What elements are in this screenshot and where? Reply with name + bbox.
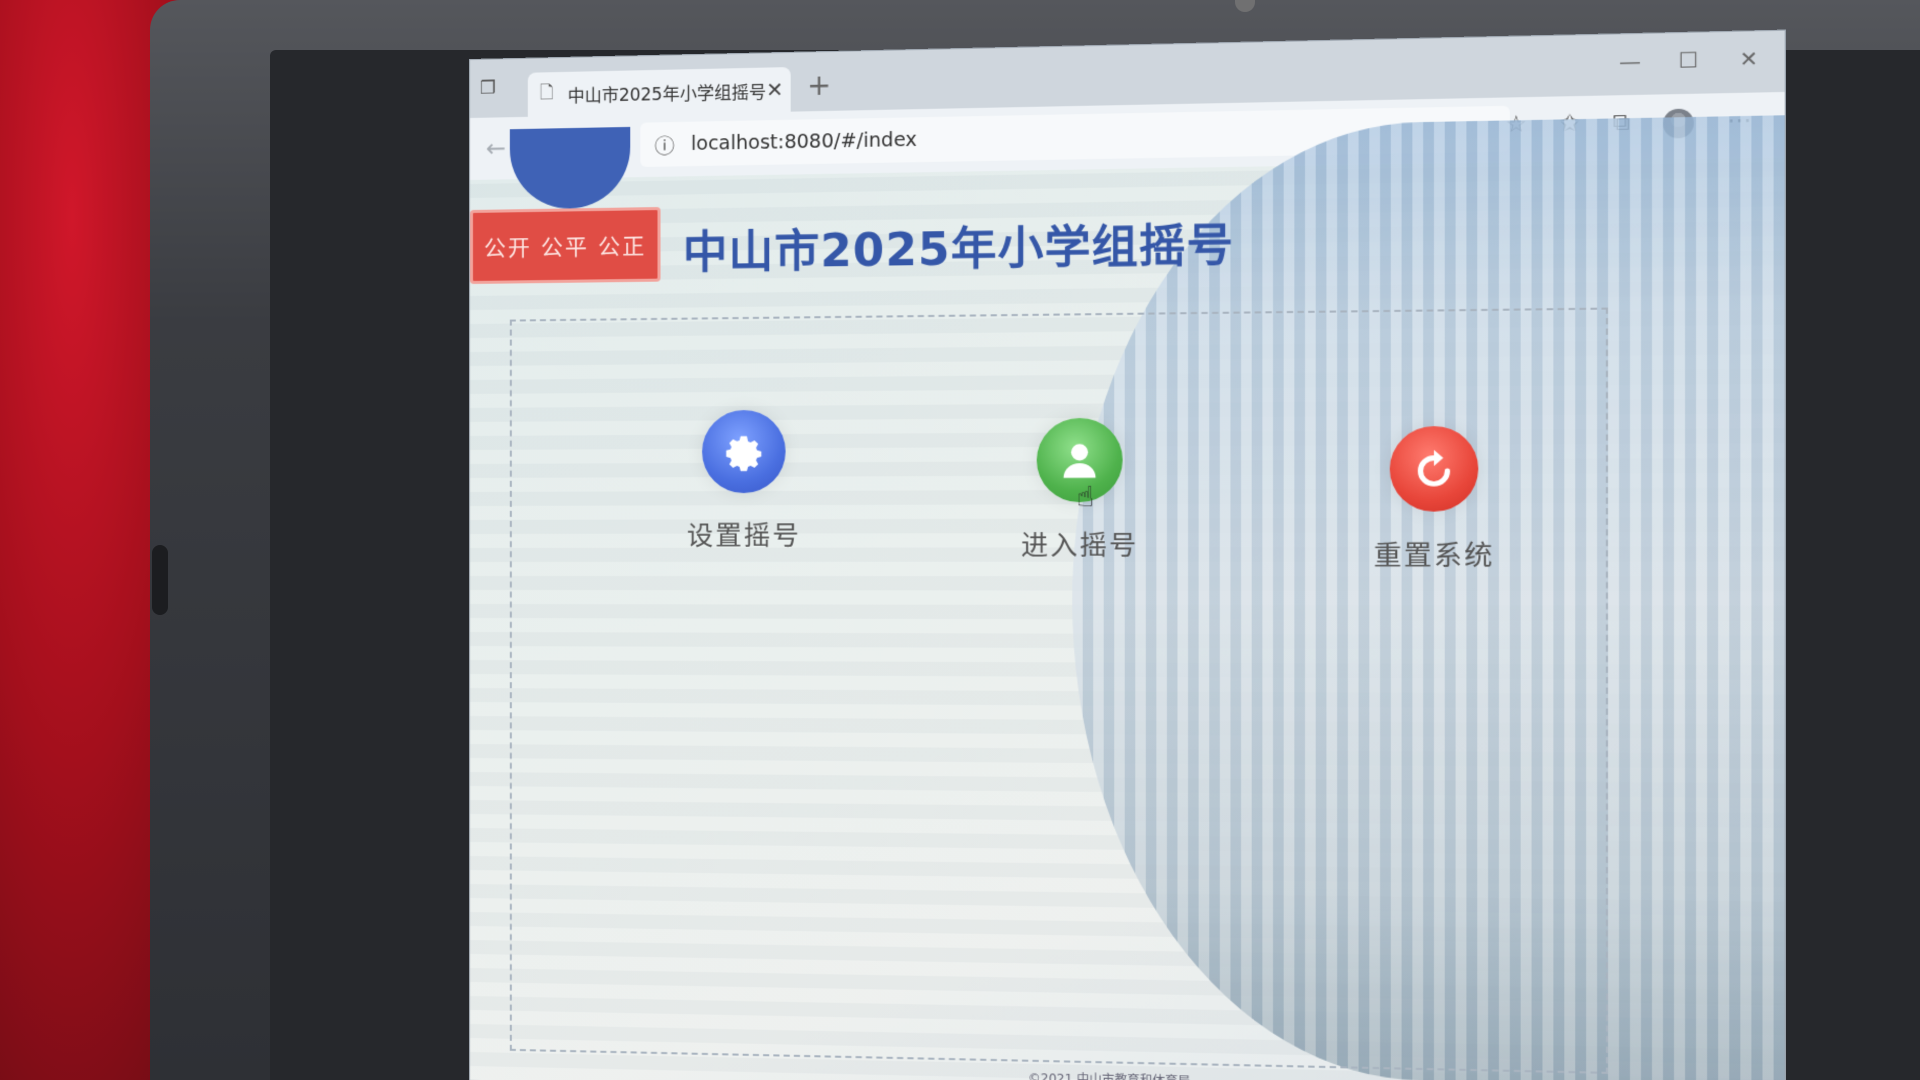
hand-cursor-icon: ☝ <box>1076 480 1094 514</box>
user-svg <box>1055 436 1103 483</box>
laptop-side-button <box>152 545 168 615</box>
webcam <box>1235 0 1255 12</box>
page-content: 公开 公平 公正 中山市2025年小学组摇号 设置摇号 进入摇号 ☝ 重置系统 … <box>470 158 1785 1080</box>
setup-lottery-label: 设置摇号 <box>663 515 826 553</box>
decorative-shape <box>510 127 630 209</box>
enter-lottery-label: 进入摇号 <box>996 525 1164 563</box>
action-panel: 设置摇号 进入摇号 ☝ 重置系统 <box>510 308 1608 1074</box>
maximize-icon[interactable]: ☐ <box>1678 47 1698 73</box>
close-tab-icon[interactable]: ✕ <box>766 77 783 102</box>
close-window-icon[interactable]: ✕ <box>1739 46 1758 72</box>
refresh-svg <box>1409 445 1459 493</box>
url-text: localhost:8080/#/index <box>691 129 917 155</box>
gear-icon <box>702 410 786 493</box>
refresh-icon <box>1390 426 1479 512</box>
browser-window: ❐ 🗋 中山市2025年小学组摇号 ✕ + — ☐ ✕ ← → ↻ ⓘ loca… <box>470 31 1785 1080</box>
page-icon: 🗋 <box>540 80 554 109</box>
reset-system-button[interactable]: 重置系统 <box>1348 426 1521 573</box>
setup-lottery-button[interactable]: 设置摇号 <box>663 410 826 553</box>
tab-actions-icon[interactable]: ❐ <box>480 77 502 97</box>
site-info-icon[interactable]: ⓘ <box>654 130 674 160</box>
slogan-badge: 公开 公平 公正 <box>470 207 661 284</box>
tab-title: 中山市2025年小学组摇号 <box>568 77 767 106</box>
reset-system-label: 重置系统 <box>1348 534 1521 573</box>
gear-svg <box>720 428 767 475</box>
browser-tab[interactable]: 🗋 中山市2025年小学组摇号 ✕ <box>528 67 791 117</box>
new-tab-icon[interactable]: + <box>807 68 831 102</box>
minimize-icon[interactable]: — <box>1619 49 1641 75</box>
page-title: 中山市2025年小学组摇号 <box>683 208 1234 281</box>
